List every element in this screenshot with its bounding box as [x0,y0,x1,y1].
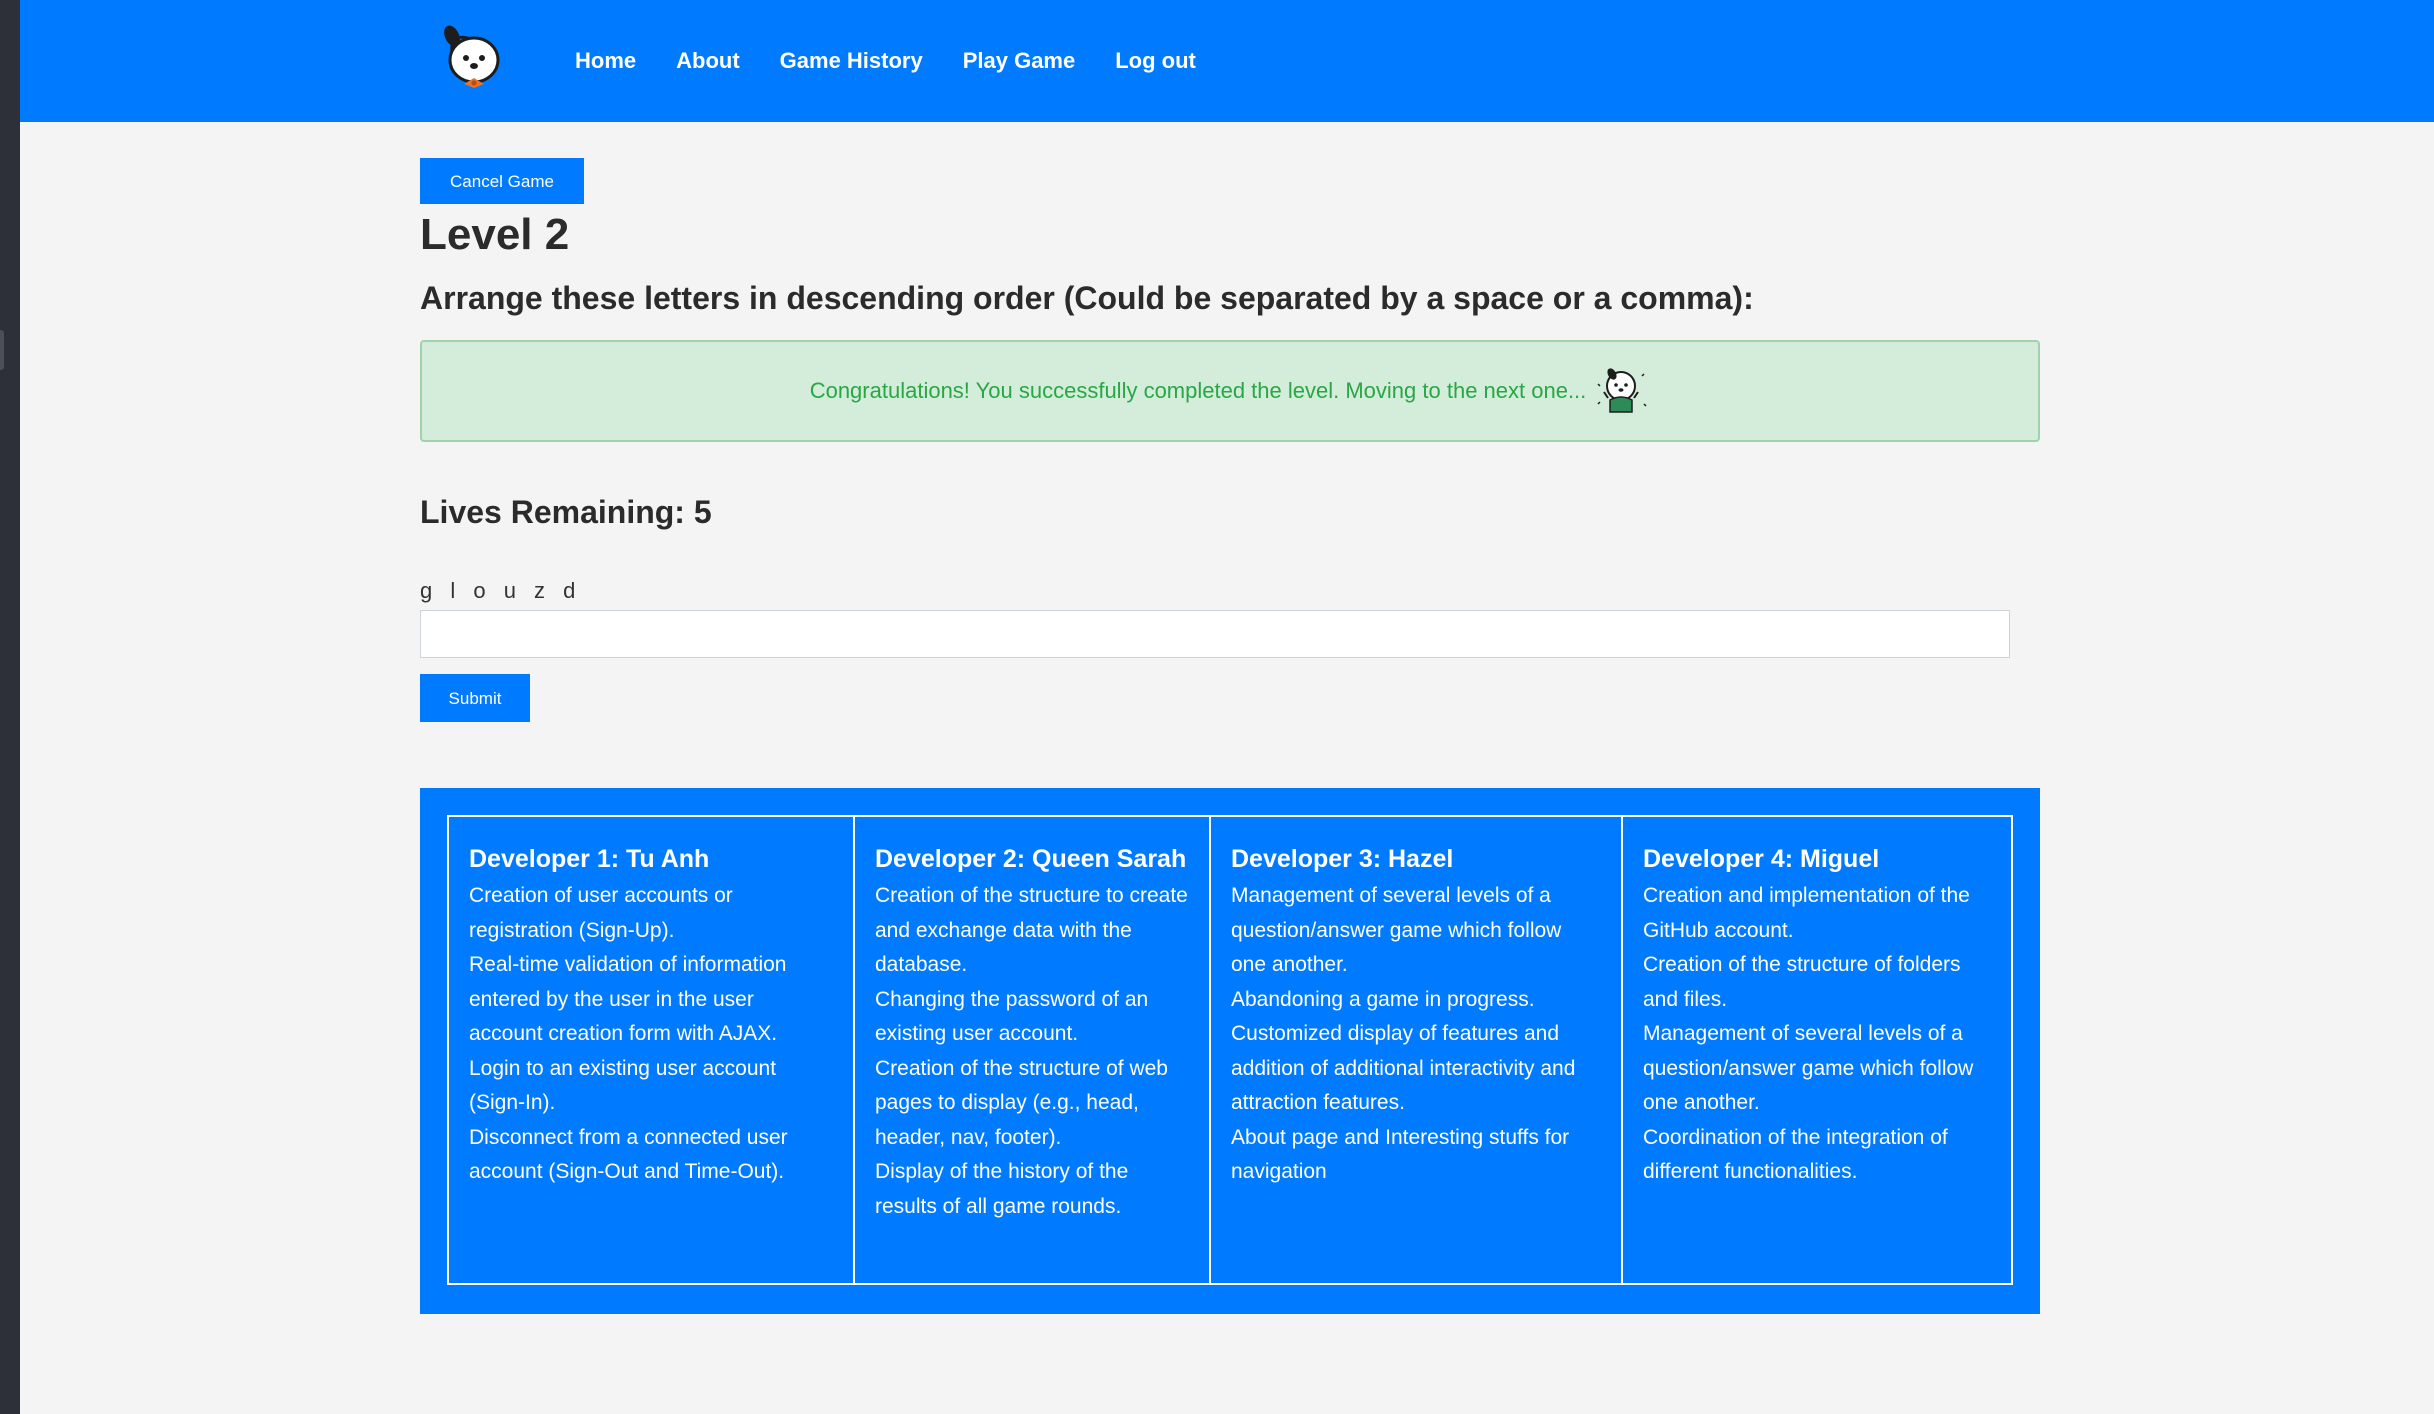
developer-task: Creation of the structure to create and … [875,884,1188,976]
developer-task: Disconnect from a connected user account… [469,1125,788,1184]
developer-name: Developer 1: Tu Anh [469,845,710,873]
scrambled-letters: g l o u z d [420,578,582,603]
developer-card: Developer 2: Queen Sarah Creation of the… [855,817,1211,1283]
celebrating-mascot-icon [1597,368,1647,413]
developers-table: Developer 1: Tu Anh Creation of user acc… [447,815,2013,1285]
nav-play-game-link[interactable]: Play Game [963,48,1076,74]
page: Home About Game History Play Game Log ou… [20,0,2434,1414]
success-alert: Congratulations! You successfully comple… [420,340,2040,442]
mascot-logo-icon[interactable] [438,22,510,94]
window-edge-handle [0,330,4,370]
nav-home-link[interactable]: Home [575,48,636,74]
developer-task: Abandoning a game in progress. [1231,987,1535,1011]
answer-input[interactable] [420,610,2010,658]
developer-task: Changing the password of an existing use… [875,987,1149,1046]
developers-footer: Developer 1: Tu Anh Creation of user acc… [420,788,2040,1314]
lives-remaining: Lives Remaining: 5 [420,494,712,530]
window-edge [0,0,20,1414]
developer-task: Coordination of the integration of diffe… [1643,1125,1948,1184]
level-title: Level 2 [420,210,570,259]
nav-game-history-link[interactable]: Game History [780,48,923,74]
developer-task: Creation of user accounts or registratio… [469,884,733,942]
submit-button[interactable]: Submit [420,674,530,722]
developer-task: Management of several levels of a questi… [1643,1022,1974,1114]
success-alert-message: Congratulations! You successfully comple… [809,378,1587,403]
developer-task: Management of several levels of a questi… [1231,884,1562,976]
developer-task: Creation of the structure of folders and… [1643,953,1961,1011]
nav-logout-link[interactable]: Log out [1115,48,1196,74]
developer-task: Customized display of features and addit… [1231,1022,1576,1114]
developer-task: Creation and implementation of the GitHu… [1643,884,1970,942]
main-nav: Home About Game History Play Game Log ou… [575,0,1236,122]
nav-about-link[interactable]: About [676,48,740,74]
developer-name: Developer 3: Hazel [1231,845,1454,873]
developer-card: Developer 3: Hazel Management of several… [1211,817,1623,1283]
developer-task: Real-time validation of information ente… [469,953,787,1045]
developer-task: Display of the history of the results of… [875,1160,1129,1218]
developer-task: Creation of the structure of web pages t… [875,1056,1168,1149]
developer-name: Developer 4: Miguel [1643,845,1880,873]
developer-card: Developer 4: Miguel Creation and impleme… [1623,817,2011,1283]
developer-name: Developer 2: Queen Sarah [875,845,1187,873]
instructions-heading: Arrange these letters in descending orde… [420,280,1754,316]
developer-task: About page and Interesting stuffs for na… [1231,1125,1570,1184]
navbar: Home About Game History Play Game Log ou… [20,0,2434,122]
cancel-game-button[interactable]: Cancel Game [420,158,584,204]
developer-task: Login to an existing user account (Sign-… [469,1056,777,1115]
developer-card: Developer 1: Tu Anh Creation of user acc… [449,817,855,1283]
